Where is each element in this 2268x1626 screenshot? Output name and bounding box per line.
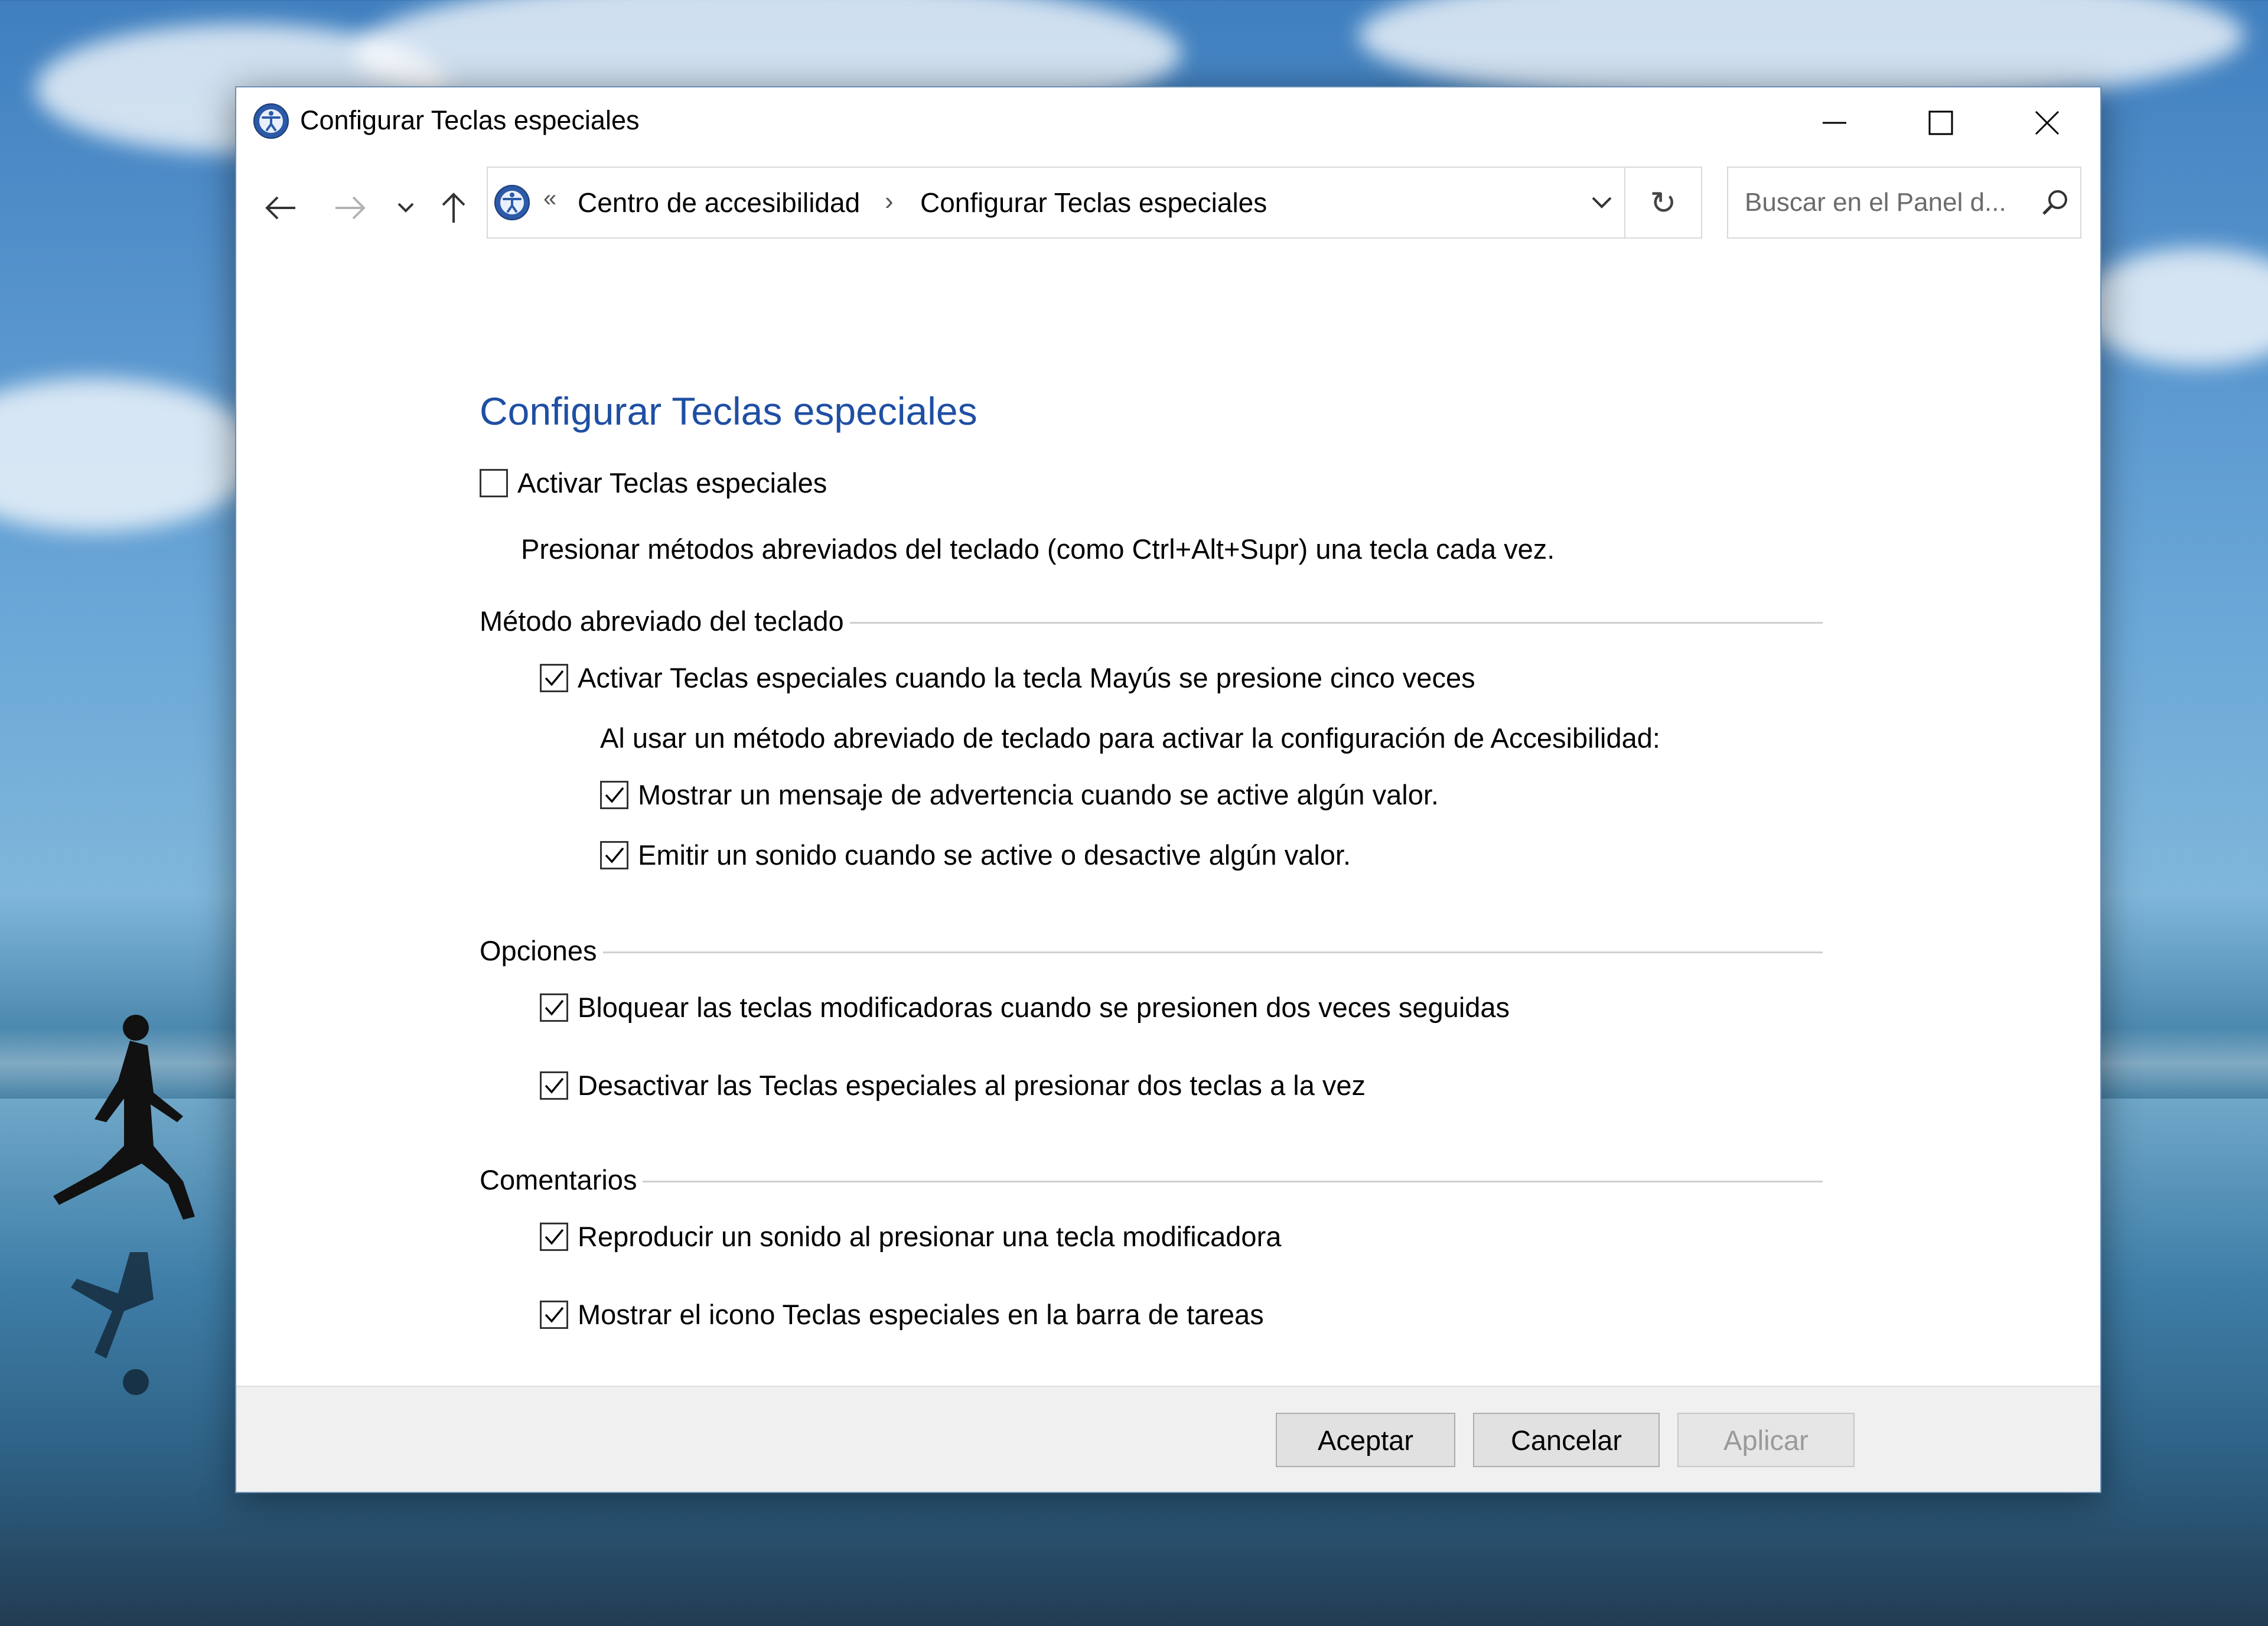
window-title: Configurar Teclas especiales (300, 105, 640, 135)
activate-sticky-keys-checkbox[interactable]: Activar Teclas especiales (480, 467, 827, 499)
checkbox-label: Emitir un sonido cuando se active o desa… (638, 839, 1351, 871)
arrow-left-icon (265, 196, 295, 220)
apply-button[interactable]: Aplicar (1677, 1413, 1855, 1467)
maximize-button[interactable] (1888, 87, 1994, 158)
checkmark-icon (545, 1229, 564, 1245)
accessibility-center-icon (494, 185, 530, 220)
checkmark-icon (545, 999, 564, 1016)
checkbox-label: Desactivar las Teclas especiales al pres… (578, 1070, 1366, 1101)
toggle-sound-checkbox[interactable]: Emitir un sonido cuando se active o desa… (600, 839, 1351, 871)
checkbox-checked[interactable] (540, 1071, 568, 1100)
shortcut-subtext: Al usar un método abreviado de teclado p… (600, 722, 1660, 754)
group-shortcut: Método abreviado del teclado (480, 605, 1823, 637)
search-icon[interactable] (2040, 188, 2070, 217)
warning-message-checkbox[interactable]: Mostrar un mensaje de advertencia cuando… (600, 778, 1439, 811)
runner-silhouette (53, 1015, 195, 1395)
refresh-icon: ↻ (1650, 185, 1677, 221)
search-input[interactable]: Buscar en el Panel d... (1745, 188, 2006, 217)
checkmark-icon (605, 787, 624, 803)
group-heading: Opciones (480, 935, 597, 966)
up-button[interactable] (436, 178, 471, 237)
lock-modifiers-checkbox[interactable]: Bloquear las teclas modificadoras cuando… (540, 991, 1510, 1024)
cancel-button[interactable]: Cancelar (1473, 1413, 1660, 1467)
checkbox-label: Mostrar un mensaje de advertencia cuando… (638, 779, 1439, 810)
breadcrumb-separator[interactable]: › (885, 187, 894, 216)
dialog-window: Configurar Teclas especiales « Centro de… (235, 86, 2101, 1493)
address-dropdown-button[interactable] (1579, 168, 1624, 237)
group-heading: Método abreviado del teclado (480, 605, 844, 637)
close-button[interactable] (1994, 87, 2100, 158)
checkbox-checked[interactable] (540, 993, 568, 1022)
close-icon (2035, 110, 2060, 135)
checkmark-icon (545, 670, 564, 686)
dialog-footer: Aceptar Cancelar Aplicar (236, 1386, 2100, 1492)
cloud (2079, 248, 2268, 366)
back-button[interactable] (260, 178, 301, 237)
checkbox-label: Bloquear las teclas modificadoras cuando… (578, 992, 1510, 1023)
recent-locations-button[interactable] (391, 178, 421, 237)
activate-shift-checkbox[interactable]: Activar Teclas especiales cuando la tecl… (540, 662, 1475, 694)
checkbox-label: Mostrar el icono Teclas especiales en la… (578, 1299, 1264, 1330)
activate-description: Presionar métodos abreviados del teclado… (521, 533, 1555, 565)
divider (643, 1181, 1823, 1182)
address-bar[interactable]: « Centro de accesibilidad › Configurar T… (487, 167, 1625, 239)
arrow-right-icon (335, 196, 366, 220)
group-feedback: Comentarios (480, 1164, 1823, 1196)
divider (849, 622, 1823, 624)
checkbox-label: Activar Teclas especiales cuando la tecl… (578, 662, 1475, 693)
cloud (0, 378, 260, 532)
checkmark-icon (545, 1306, 564, 1323)
disable-two-keys-checkbox[interactable]: Desactivar las Teclas especiales al pres… (540, 1069, 1366, 1102)
checkmark-icon (545, 1077, 564, 1094)
minimize-icon (1823, 122, 1846, 124)
search-box[interactable]: Buscar en el Panel d... (1727, 167, 2081, 239)
checkbox-checked[interactable] (600, 840, 628, 869)
forward-button[interactable] (330, 178, 371, 237)
chevron-down-icon (397, 203, 414, 213)
checkmark-icon (605, 847, 624, 863)
group-options: Opciones (480, 934, 1823, 967)
breadcrumb-accessibility-center[interactable]: Centro de accesibilidad (578, 187, 860, 219)
checkbox-checked[interactable] (540, 1300, 568, 1329)
checkbox-checked[interactable] (540, 1222, 568, 1251)
checkbox-checked[interactable] (540, 663, 568, 692)
group-heading: Comentarios (480, 1164, 637, 1195)
refresh-button[interactable]: ↻ (1625, 167, 1702, 239)
chevron-down-icon (1592, 197, 1612, 208)
title-bar[interactable]: Configurar Teclas especiales (236, 87, 2100, 158)
divider (602, 952, 1823, 953)
play-sound-checkbox[interactable]: Reproducir un sonido al presionar una te… (540, 1220, 1281, 1253)
breadcrumb-overflow[interactable]: « (543, 185, 556, 212)
checkbox-unchecked[interactable] (480, 468, 508, 497)
checkbox-label: Activar Teclas especiales (517, 467, 827, 498)
navigation-bar: « Centro de accesibilidad › Configurar T… (236, 164, 2100, 253)
ok-button[interactable]: Aceptar (1276, 1413, 1455, 1467)
accessibility-center-icon (253, 103, 289, 139)
checkbox-checked[interactable] (600, 780, 628, 809)
page-title: Configurar Teclas especiales (480, 389, 977, 433)
maximize-icon (1928, 110, 1953, 135)
checkbox-label: Reproducir un sonido al presionar una te… (578, 1221, 1282, 1252)
arrow-up-icon (442, 193, 465, 223)
show-taskbar-icon-checkbox[interactable]: Mostrar el icono Teclas especiales en la… (540, 1298, 1264, 1331)
breadcrumb-sticky-keys[interactable]: Configurar Teclas especiales (920, 187, 1267, 219)
minimize-button[interactable] (1781, 87, 1888, 158)
